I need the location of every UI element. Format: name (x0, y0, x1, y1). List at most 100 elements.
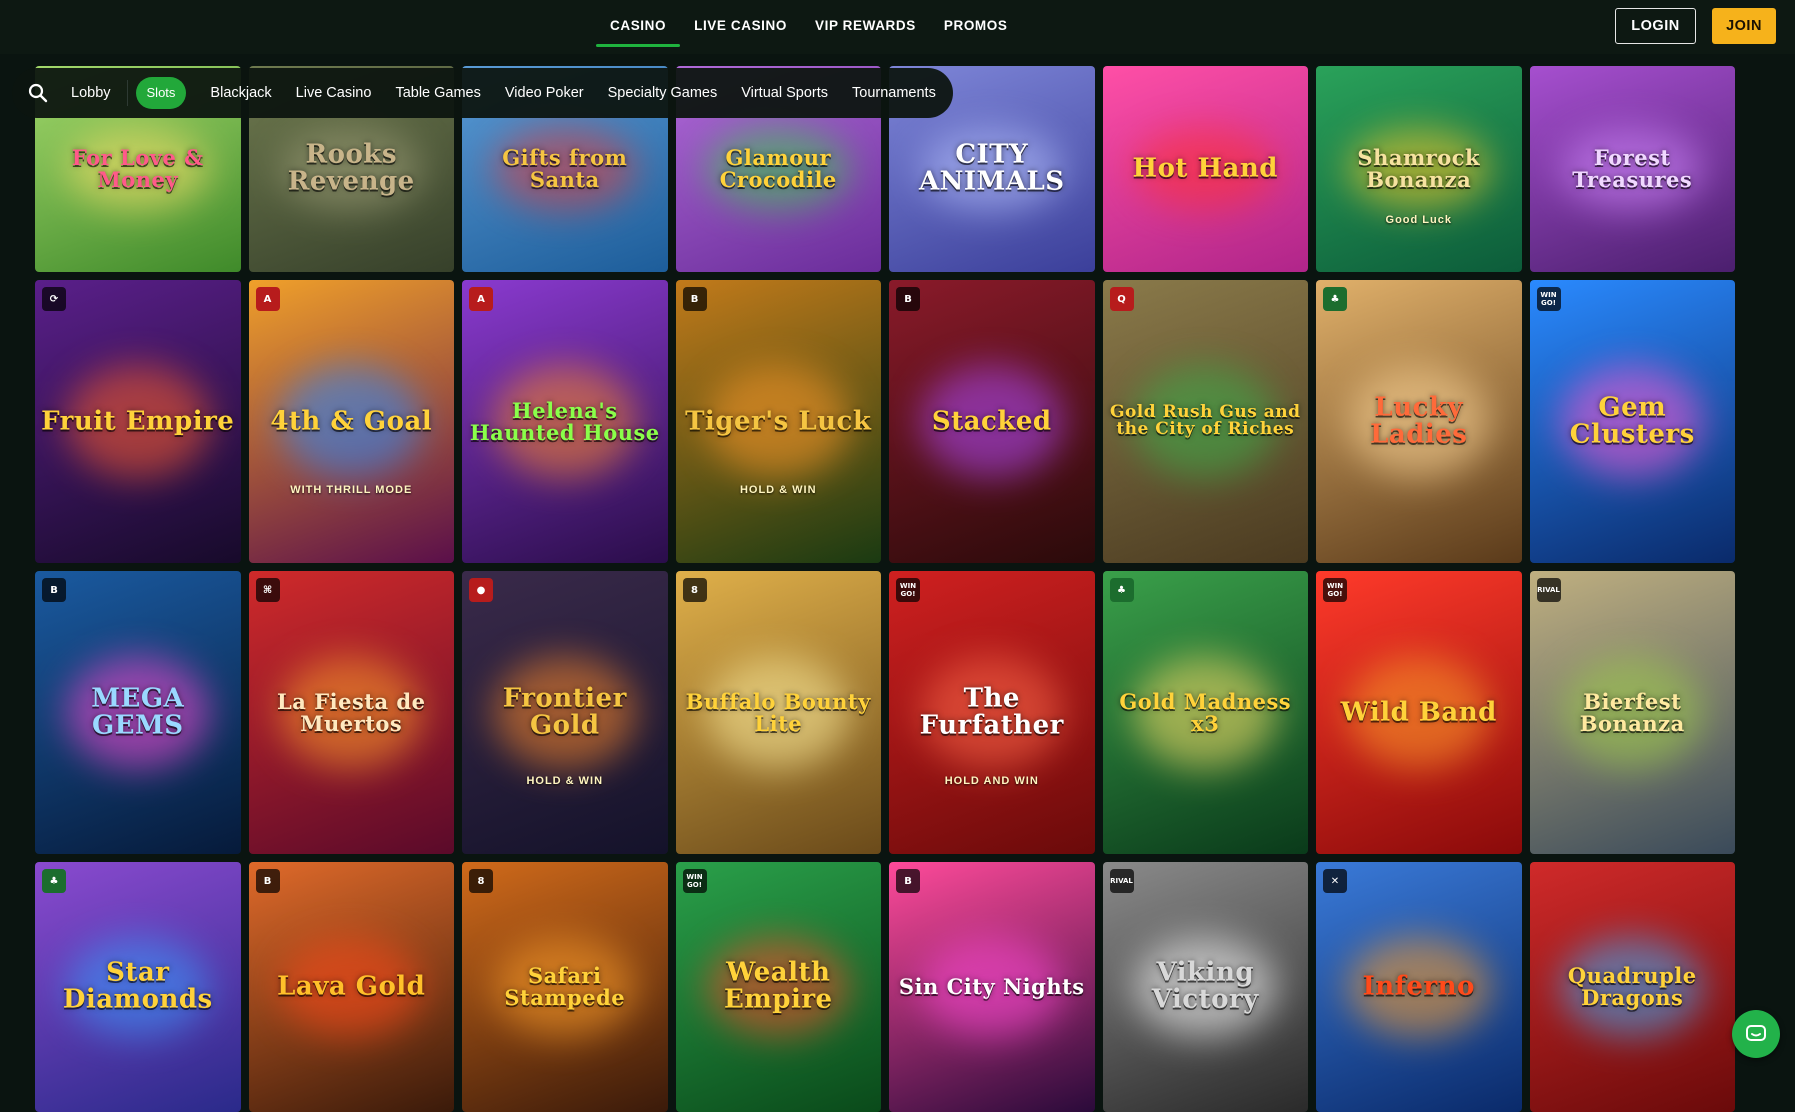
provider-badge: WIN GO! (1536, 287, 1561, 311)
provider-badge: 8 (469, 869, 493, 893)
category-specialty-games[interactable]: Specialty Games (596, 77, 730, 109)
game-tile-4th-goal[interactable]: 4th & Goal WITH THRILL MODE A (248, 280, 454, 563)
game-tile-star-diamonds[interactable]: Star Diamonds ♣ (35, 862, 241, 1112)
provider-badge: B (896, 869, 920, 893)
category-table-games[interactable]: Table Games (383, 77, 492, 109)
game-tile-gold-madness-x3[interactable]: Gold Madness x3 ♣ (1102, 571, 1308, 854)
game-tile-hot-hand[interactable]: Hot Hand (1102, 66, 1308, 272)
game-tile-fruit-empire[interactable]: Fruit Empire ⟳ (35, 280, 241, 563)
game-title: Wealth Empire (723, 957, 833, 1015)
game-tile-helena-s-haunted-house[interactable]: Helena's Haunted House A (462, 280, 668, 563)
game-title: Hot Hand (1132, 153, 1278, 184)
game-title: Star Diamonds (62, 957, 213, 1015)
game-title: Quadruple Dragons (1567, 962, 1697, 1010)
game-tile-safari-stampede[interactable]: Safari Stampede 8 (462, 862, 668, 1112)
category-virtual-sports[interactable]: Virtual Sports (729, 77, 840, 109)
game-title: Frontier Gold (502, 683, 627, 741)
provider-badge: ♣ (1109, 578, 1134, 602)
game-title: Lava Gold (277, 971, 426, 1002)
provider-badge: ♣ (1323, 287, 1347, 311)
provider-badge: ♣ (42, 869, 66, 893)
game-tile-la-fiesta-de-muertos[interactable]: La Fiesta de Muertos ⌘ (248, 571, 454, 854)
game-title: Forest Treasures (1572, 144, 1693, 192)
game-subtitle: HOLD AND WIN (944, 774, 1039, 787)
game-tile-shamrock-bonanza[interactable]: Shamrock Bonanza Good Luck (1316, 66, 1522, 272)
category-slots[interactable]: Slots (135, 77, 187, 109)
game-tile-stacked[interactable]: Stacked B (889, 280, 1095, 563)
game-tile-viking-victory[interactable]: Viking Victory RIVAL (1102, 862, 1308, 1112)
nav-promos[interactable]: PROMOS (930, 0, 1022, 54)
category-live-casino[interactable]: Live Casino (284, 77, 384, 109)
game-tile-lava-gold[interactable]: Lava Gold B (248, 862, 454, 1112)
provider-badge: B (896, 287, 920, 311)
category-video-poker[interactable]: Video Poker (493, 77, 596, 109)
game-tile-forest-treasures[interactable]: Forest Treasures (1529, 66, 1735, 272)
provider-badge: A (469, 287, 493, 311)
game-subtitle: Good Luck (1385, 214, 1452, 227)
game-title: Gem Clusters (1569, 392, 1695, 450)
game-title: Gold Rush Gus and the City of Riches (1109, 401, 1301, 440)
game-title: Safari Stampede (504, 962, 626, 1010)
game-title: Sin City Nights (898, 973, 1085, 999)
game-title: Rooks Revenge (287, 139, 415, 197)
game-title: Gold Madness x3 (1119, 688, 1292, 736)
game-tile-the-furfather[interactable]: The Furfather HOLD AND WIN WIN GO! (889, 571, 1095, 854)
game-title: For Love & Money (71, 144, 204, 192)
game-tile-buffalo-bounty-lite[interactable]: Buffalo Bounty Lite 8 (675, 571, 881, 854)
nav-live-casino[interactable]: LIVE CASINO (680, 0, 801, 54)
provider-badge: ✕ (1323, 869, 1347, 893)
provider-badge: RIVAL (1536, 578, 1561, 602)
top-bar: CASINO LIVE CASINO VIP REWARDS PROMOS LOGIN… (0, 0, 1795, 54)
nav-casino[interactable]: CASINO (596, 0, 681, 54)
game-title: Lucky Ladies (1370, 392, 1468, 450)
chat-icon (1746, 1025, 1766, 1041)
game-title: Wild Band (1340, 696, 1497, 727)
game-tile-gem-clusters[interactable]: Gem Clusters WIN GO! (1529, 280, 1735, 563)
game-tile-bierfest-bonanza[interactable]: Bierfest Bonanza RIVAL (1529, 571, 1735, 854)
game-title: La Fiesta de Muertos (277, 688, 426, 736)
game-tile-frontier-gold[interactable]: Frontier Gold HOLD & WIN ● (462, 571, 668, 854)
provider-badge: RIVAL (1109, 869, 1134, 893)
provider-badge: 8 (682, 578, 707, 602)
game-tile-inferno[interactable]: Inferno ✕ (1316, 862, 1522, 1112)
game-title: Buffalo Bounty Lite (685, 688, 871, 736)
category-tournaments[interactable]: Tournaments (840, 77, 948, 109)
provider-badge: ⌘ (255, 578, 280, 602)
game-title: MEGA GEMS (91, 683, 185, 741)
game-title: Fruit Empire (41, 405, 235, 436)
search-button[interactable] (22, 77, 54, 109)
game-title: Shamrock Bonanza (1357, 144, 1481, 192)
game-tile-quadruple-dragons[interactable]: Quadruple Dragons (1529, 862, 1735, 1112)
category-lobby[interactable]: Lobby (54, 77, 127, 109)
game-grid: For Love & Money Rooks Revenge Gifts from … (35, 66, 1737, 1112)
category-blackjack[interactable]: Blackjack (198, 77, 283, 109)
game-tile-wild-band[interactable]: Wild Band WIN GO! (1316, 571, 1522, 854)
join-button[interactable]: JOIN (1712, 8, 1776, 44)
provider-badge: B (255, 869, 280, 893)
provider-badge: ● (469, 578, 493, 602)
search-icon (28, 83, 48, 103)
game-tile-mega-gems[interactable]: MEGA GEMS B (35, 571, 241, 854)
game-title: 4th & Goal (270, 405, 433, 436)
game-subtitle: HOLD & WIN (739, 483, 817, 496)
game-subtitle: HOLD & WIN (526, 774, 604, 787)
provider-badge: WIN GO! (1323, 578, 1347, 602)
provider-badge: ⟳ (42, 287, 66, 311)
provider-badge: A (255, 287, 280, 311)
nav-vip-rewards[interactable]: VIP REWARDS (801, 0, 930, 54)
game-title: CITY ANIMALS (918, 139, 1065, 197)
game-title: Glamour Crocodile (719, 144, 837, 192)
login-button[interactable]: LOGIN (1615, 8, 1696, 44)
game-tile-tiger-s-luck[interactable]: Tiger's Luck HOLD & WIN B (675, 280, 881, 563)
game-tile-sin-city-nights[interactable]: Sin City Nights B (889, 862, 1095, 1112)
provider-badge: WIN GO! (896, 578, 920, 602)
game-title: The Furfather (919, 683, 1064, 741)
chat-button[interactable] (1732, 1010, 1780, 1058)
provider-badge: WIN GO! (682, 869, 707, 893)
game-tile-lucky-ladies[interactable]: Lucky Ladies ♣ (1316, 280, 1522, 563)
game-title: Stacked (931, 405, 1052, 436)
category-divider (126, 80, 128, 106)
game-tile-wealth-empire[interactable]: Wealth Empire WIN GO! (675, 862, 881, 1112)
game-title: Bierfest Bonanza (1579, 688, 1685, 736)
game-tile-gold-rush-gus-and-the-city-of-riches[interactable]: Gold Rush Gus and the City of Riches Q (1102, 280, 1308, 563)
